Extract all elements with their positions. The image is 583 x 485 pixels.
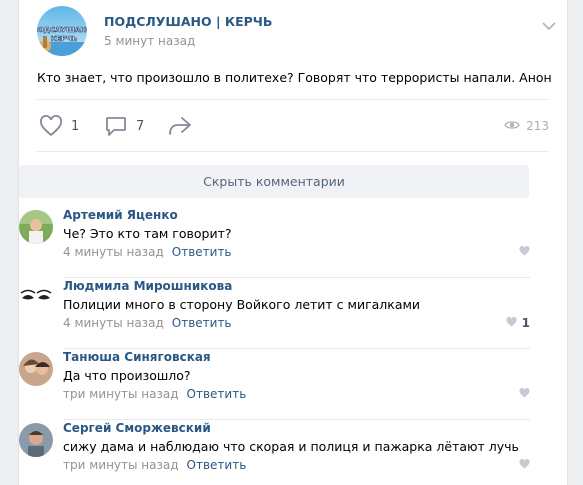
comment-item: Сергей Сморжевский сижу дама и наблюдаю … <box>18 421 530 485</box>
comment-text: Да что произошло? <box>63 368 191 383</box>
like-count: 1 <box>71 118 80 134</box>
heart-icon <box>506 316 517 330</box>
comment-time[interactable]: 4 минуты назад <box>63 316 164 330</box>
comment-like-button[interactable] <box>519 245 530 259</box>
heart-icon <box>39 115 63 137</box>
avatar-text-top: ПОДСЛУШАНО <box>37 26 87 34</box>
comment-like-count: 1 <box>521 316 530 330</box>
post-text: Кто знает, что произошло в политехе? Гов… <box>37 70 552 85</box>
comment-item: Танюша Синяговская Да что произошло? три… <box>18 350 530 420</box>
comment-item: Людмила Мирошникова Полиции много в стор… <box>18 279 530 349</box>
share-button[interactable] <box>167 113 193 139</box>
heart-icon <box>519 245 530 259</box>
share-icon <box>167 115 193 137</box>
group-avatar[interactable]: ПОДСЛУШАНО КЕРЧЬ <box>37 6 87 56</box>
comment-author[interactable]: Танюша Синяговская <box>63 350 211 364</box>
divider <box>63 419 530 420</box>
chevron-down-icon[interactable] <box>541 18 557 34</box>
comment-icon <box>104 115 128 137</box>
heart-icon <box>519 387 530 401</box>
reply-button[interactable]: Ответить <box>172 316 232 330</box>
reply-button[interactable]: Ответить <box>187 387 247 401</box>
divider <box>63 348 530 349</box>
comment-text: Че? Это кто там говорит? <box>63 226 232 241</box>
comment-text: Полиции много в сторону Войкого летит с … <box>63 297 421 312</box>
avatar[interactable] <box>19 210 53 244</box>
comment-like-button[interactable] <box>519 458 530 472</box>
post-header: ПОДСЛУШАНО КЕРЧЬ ПОДСЛУШАНО | КЕРЧЬ 5 ми… <box>37 6 557 56</box>
comment-time[interactable]: 4 минуты назад <box>63 245 164 259</box>
comment-time[interactable]: три минуты назад <box>63 387 179 401</box>
avatar[interactable] <box>19 281 53 315</box>
comment-author[interactable]: Артемий Яценко <box>63 208 178 222</box>
post-actions: 1 7 213 <box>37 113 549 139</box>
post-time[interactable]: 5 минут назад <box>104 34 195 48</box>
views-counter: 213 <box>504 113 549 139</box>
views-count: 213 <box>526 119 549 133</box>
heart-icon <box>519 458 530 472</box>
reply-button[interactable]: Ответить <box>187 458 247 472</box>
hide-comments-button[interactable]: Скрыть комментарии <box>19 165 529 198</box>
comment-meta: три минуты назад Ответить <box>63 387 246 401</box>
reply-button[interactable]: Ответить <box>172 245 232 259</box>
comment-text: сижу дама и наблюдаю что скорая и полиця… <box>63 439 519 454</box>
group-name[interactable]: ПОДСЛУШАНО | КЕРЧЬ <box>104 14 272 29</box>
comment-button[interactable]: 7 <box>104 113 144 139</box>
divider <box>37 151 549 152</box>
comment-meta: 4 минуты назад Ответить <box>63 245 232 259</box>
comment-like-button[interactable]: 1 <box>506 316 530 330</box>
comment-meta: три минуты назад Ответить <box>63 458 246 472</box>
comment-count: 7 <box>136 118 145 134</box>
comment-item: Артемий Яценко Че? Это кто там говорит? … <box>18 208 530 278</box>
avatar[interactable] <box>19 423 53 457</box>
avatar[interactable] <box>19 352 53 386</box>
comment-meta: 4 минуты назад Ответить <box>63 316 232 330</box>
comment-like-button[interactable] <box>519 387 530 401</box>
comment-author[interactable]: Людмила Мирошникова <box>63 279 232 293</box>
like-button[interactable]: 1 <box>39 113 79 139</box>
divider <box>63 277 530 278</box>
comment-time[interactable]: три минуты назад <box>63 458 179 472</box>
eye-icon <box>504 119 520 134</box>
comment-author[interactable]: Сергей Сморжевский <box>63 421 211 435</box>
avatar-text-bottom: КЕРЧЬ <box>51 35 78 43</box>
divider <box>37 99 549 100</box>
